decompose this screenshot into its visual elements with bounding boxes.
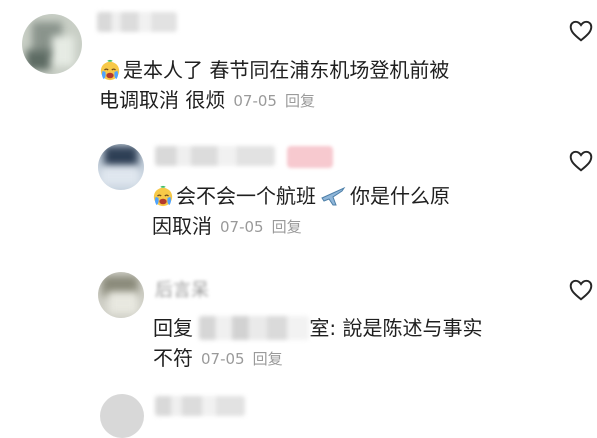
comment-text: 会不会一个航班 你是什么原 因取消 07-05 回复 [152,184,450,238]
crying-face-icon [153,185,173,207]
comment-date: 07-05 [201,350,245,368]
heart-icon[interactable] [568,148,594,174]
username-blurred[interactable] [155,396,245,416]
mentioned-user-blurred[interactable] [199,316,310,340]
airplane-icon [321,186,346,206]
reply-button[interactable]: 回复 [285,92,315,110]
reply-button[interactable]: 回复 [272,218,302,236]
comment-date: 07-05 [220,218,264,236]
username[interactable]: 后言呆 [155,276,209,302]
crying-face-icon [100,59,120,81]
avatar[interactable] [98,272,144,318]
reply-button[interactable]: 回复 [253,350,283,368]
username-blurred[interactable] [97,12,177,32]
avatar[interactable] [98,144,144,190]
comment-text: 回复 室: 說是陈述与事实 不符 07-05 回复 [153,316,483,370]
comment-date: 07-05 [233,92,277,110]
heart-icon[interactable] [568,277,594,303]
avatar[interactable] [100,394,144,438]
comment-text: 是本人了 春节同在浦东机场登机前被 电调取消 很烦 07-05 回复 [99,58,450,112]
author-badge [287,146,333,168]
username-blurred[interactable] [155,146,275,166]
heart-icon[interactable] [568,18,594,44]
avatar[interactable] [22,14,82,74]
